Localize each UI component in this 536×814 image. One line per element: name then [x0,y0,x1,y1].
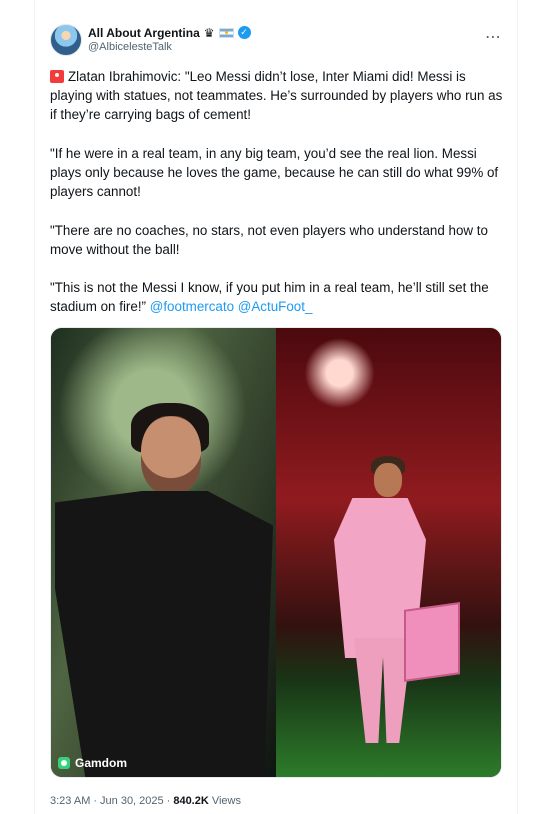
watermark-text: Gamdom [75,756,128,770]
tweet-time-link[interactable]: 3:23 AM [50,795,90,807]
tweet-paragraph-3: "There are no coaches, no stars, not eve… [50,222,488,257]
profile-avatar[interactable] [50,24,82,56]
messi-face-shape [374,463,402,497]
messi-photo-panel [276,328,501,777]
meta-separator: · [93,795,98,807]
more-options-icon[interactable]: ⋯ [485,27,502,47]
meta-separator-2: · [166,795,171,807]
zlatan-shirt-shape [55,491,273,777]
tweet-meta: 3:23 AM · Jun 30, 2025 · 840.2K Views [50,794,241,808]
siren-icon [50,70,64,83]
tweet-paragraph-2: "If he were in a real team, in any big t… [50,145,499,200]
account-name-row: All About Argentina ♛ ✓ [88,24,251,41]
gamdom-logo-icon [58,757,70,769]
gamdom-watermark: Gamdom [58,756,127,770]
verified-badge-icon[interactable]: ✓ [237,26,251,39]
corner-flag-shape [404,602,460,682]
tweet-paragraph-1: Zlatan Ibrahimovic: "Leo Messi didn’t lo… [50,69,503,123]
tweet-media-image[interactable]: Gamdom [50,327,502,778]
zlatan-face-shape [141,416,201,494]
views-label[interactable]: Views [212,795,241,807]
crown-icon: ♛ [203,25,215,40]
zlatan-photo-panel [51,328,276,777]
argentina-flag-icon [218,27,234,38]
tweet-header: All About Argentina ♛ ✓ @AlbicelesteTalk… [50,24,510,58]
display-name[interactable]: All About Argentina [88,26,200,40]
account-handle[interactable]: @AlbicelesteTalk [88,41,172,53]
tweet-date-link[interactable]: Jun 30, 2025 [100,795,164,807]
views-count[interactable]: 840.2K [173,795,208,807]
tweet-text: Zlatan Ibrahimovic: "Leo Messi didn’t lo… [50,67,505,317]
mention-footmercato-link[interactable]: @footmercato [150,299,234,314]
mention-actufoot-link[interactable]: @ActuFoot_ [238,299,313,314]
